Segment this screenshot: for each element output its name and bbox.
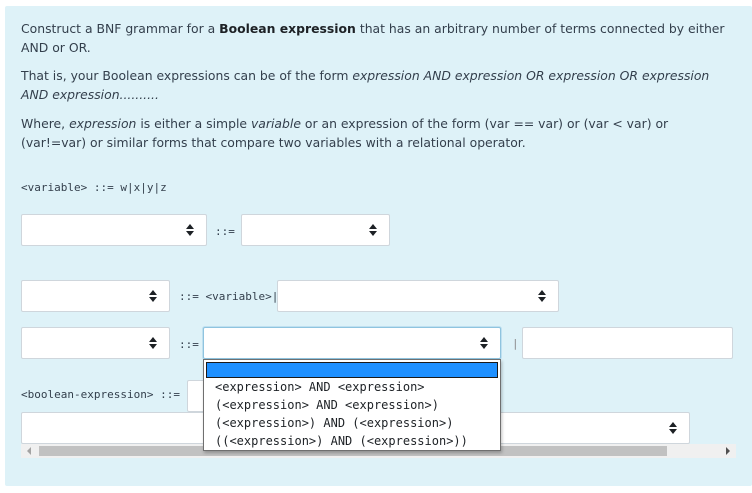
question-paragraph-3: Where, expression is either a simple var… bbox=[21, 114, 737, 152]
select-arrows-icon bbox=[538, 290, 546, 302]
row1-rhs-select[interactable] bbox=[241, 214, 390, 246]
dropdown-option[interactable]: (<expression>) AND (<expression>) bbox=[215, 415, 453, 431]
text-span: Construct a BNF grammar for a bbox=[21, 21, 220, 36]
boolean-expression-label: <boolean-expression> ::= bbox=[21, 388, 180, 401]
text-span: Where, bbox=[21, 116, 70, 131]
dropdown-option-selected[interactable] bbox=[206, 362, 498, 378]
select-arrows-icon bbox=[149, 290, 157, 302]
scroll-left-icon[interactable] bbox=[27, 447, 31, 455]
bold-term: Boolean expression bbox=[219, 21, 356, 36]
row1-lhs-select[interactable] bbox=[21, 214, 207, 246]
select-arrows-icon bbox=[149, 337, 157, 349]
row2-separator: ::= <variable>| bbox=[179, 290, 279, 303]
row3-pipe: | bbox=[512, 337, 519, 350]
dropdown-list[interactable]: <expression> AND <expression> (<expressi… bbox=[203, 359, 501, 451]
row3-text-input[interactable] bbox=[522, 327, 733, 359]
text-span: That is, your Boolean expressions can be… bbox=[21, 68, 353, 83]
row2-lhs-select[interactable] bbox=[21, 280, 170, 312]
row3-separator: ::= bbox=[179, 338, 199, 351]
text-span: is either a simple bbox=[136, 116, 251, 131]
row3-rhs-select[interactable] bbox=[203, 327, 501, 359]
question-paragraph-1: Construct a BNF grammar for a Boolean ex… bbox=[21, 19, 737, 57]
select-arrows-icon bbox=[480, 337, 488, 349]
italic-term: variable bbox=[250, 116, 301, 131]
dropdown-option[interactable]: ((<expression>) AND (<expression>)) bbox=[215, 433, 468, 449]
select-arrows-icon bbox=[669, 422, 677, 434]
question-paragraph-2: That is, your Boolean expressions can be… bbox=[21, 66, 737, 104]
dropdown-option[interactable]: (<expression> AND <expression>) bbox=[215, 397, 439, 413]
row2-rhs-select[interactable] bbox=[277, 280, 559, 312]
dropdown-option[interactable]: <expression> AND <expression> bbox=[215, 379, 425, 395]
italic-term: expression bbox=[69, 116, 137, 131]
variable-rule: <variable> ::= w|x|y|z bbox=[21, 181, 167, 194]
row1-separator: ::= bbox=[215, 225, 235, 238]
select-arrows-icon bbox=[186, 224, 194, 236]
row3-lhs-select[interactable] bbox=[21, 327, 170, 359]
select-arrows-icon bbox=[369, 224, 377, 236]
scroll-right-icon[interactable] bbox=[726, 447, 730, 455]
